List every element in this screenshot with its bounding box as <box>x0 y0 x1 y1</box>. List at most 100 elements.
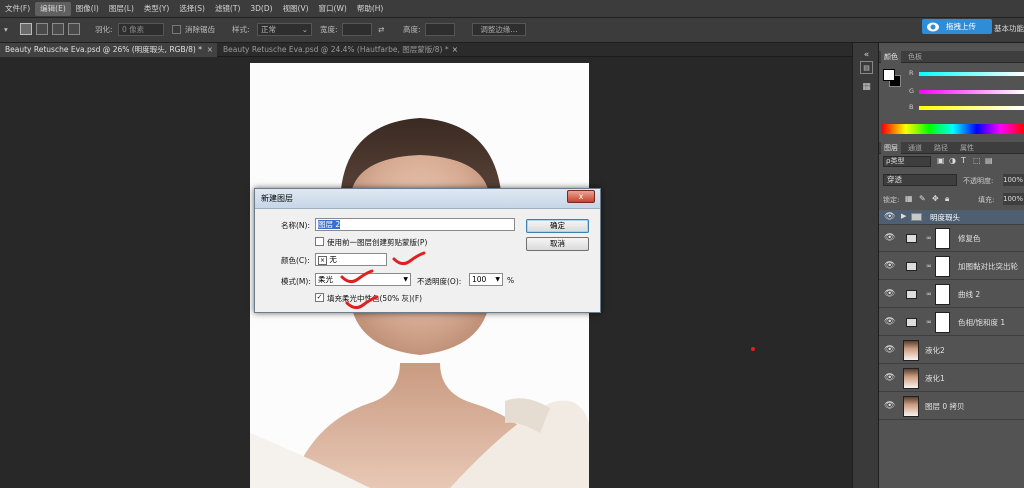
red-slider[interactable]: R <box>907 69 1024 79</box>
height-label: 高度: <box>403 25 421 34</box>
layer-name: 液化1 <box>925 374 945 383</box>
height-input[interactable] <box>425 23 455 36</box>
layer-mask-thumbnail[interactable] <box>935 256 950 277</box>
fill-neutral-checkbox[interactable]: ✓ <box>315 293 324 302</box>
green-slider-track[interactable] <box>919 90 1024 94</box>
filter-shape-icon[interactable]: ⬚ <box>973 156 981 165</box>
menu-type[interactable]: 类型(Y) <box>139 2 174 16</box>
green-slider[interactable]: G <box>907 87 1024 97</box>
new-selection-icon[interactable] <box>20 23 32 35</box>
feather-input[interactable]: 0 像素 <box>118 23 164 36</box>
tab-layers[interactable]: 图层 <box>881 142 901 154</box>
menu-edit[interactable]: 编辑(E) <box>35 1 71 16</box>
menu-3d[interactable]: 3D(D) <box>245 2 277 16</box>
blend-mode-dropdown[interactable]: 穿透 <box>883 174 957 186</box>
menu-view[interactable]: 视图(V) <box>278 2 314 16</box>
properties-icon[interactable]: ▦ <box>860 81 873 94</box>
new-layer-dialog: 新建图层 x 名称(N): 图层 2 使用前一图层创建剪贴蒙版(P) 颜色(C)… <box>254 188 601 313</box>
menu-help[interactable]: 帮助(H) <box>352 2 389 16</box>
tab-swatches[interactable]: 色板 <box>905 51 925 63</box>
layer-mask-thumbnail[interactable] <box>935 284 950 305</box>
layer-opacity-input[interactable]: 100% <box>1003 174 1024 186</box>
layer-name-input[interactable]: 图层 2 <box>315 218 515 231</box>
lock-position-icon[interactable]: ✥ <box>932 194 939 203</box>
add-selection-icon[interactable] <box>36 23 48 35</box>
layer-row[interactable]: 👁︎ ∞ 加图黏对比突出轮 <box>879 253 1024 280</box>
layer-thumbnail <box>903 340 919 361</box>
layer-mask-thumbnail[interactable] <box>935 312 950 333</box>
swap-icon[interactable]: ⇄ <box>378 23 384 37</box>
layer-name: 修复色 <box>958 234 981 243</box>
annotation-swoosh <box>345 295 379 310</box>
layer-row[interactable]: 👁︎ ∞ 色相/饱和度 1 <box>879 309 1024 336</box>
refine-edge-button[interactable]: 调整边缘... <box>472 23 526 36</box>
tab-color[interactable]: 颜色 <box>881 51 901 63</box>
tab-properties[interactable]: 属性 <box>957 142 977 154</box>
eye-icon[interactable]: 👁︎ <box>884 289 895 299</box>
tab-channels[interactable]: 通道 <box>905 142 925 154</box>
document-tab-active[interactable]: Beauty Retusche Eva.psd @ 26% (明度瑕头, RGB… <box>0 43 217 57</box>
clip-mask-checkbox[interactable] <box>315 237 324 246</box>
layer-fill-input[interactable]: 100% <box>1003 193 1024 205</box>
eye-icon[interactable]: 👁︎ <box>884 345 895 355</box>
opacity-input[interactable]: 100 ▼ <box>469 273 503 286</box>
eye-icon[interactable]: 👁︎ <box>884 401 895 411</box>
menu-filter[interactable]: 滤镜(T) <box>210 2 245 16</box>
filter-smart-object-icon[interactable]: ▤ <box>985 156 993 165</box>
layer-row[interactable]: 👁︎ 液化2 <box>879 337 1024 364</box>
menu-layer[interactable]: 图层(L) <box>104 2 139 16</box>
color-spectrum-ramp[interactable] <box>882 124 1024 134</box>
layer-row[interactable]: 👁︎ 液化1 <box>879 365 1024 392</box>
width-input[interactable] <box>342 23 372 36</box>
filter-pixel-icon[interactable]: ▣ <box>937 156 945 165</box>
layer-row[interactable]: 👁︎ ∞ 曲线 2 <box>879 281 1024 308</box>
lock-transparent-icon[interactable]: ▦ <box>905 194 913 203</box>
layer-thumbnail <box>903 396 919 417</box>
workspace-switcher[interactable]: 基本功能 <box>994 22 1024 36</box>
antialias-checkbox[interactable] <box>172 25 181 34</box>
blue-slider-track[interactable] <box>919 106 1024 110</box>
feather-label: 羽化: <box>95 25 113 34</box>
filter-type-icon[interactable]: T <box>961 156 966 165</box>
ok-button[interactable]: 确定 <box>526 219 589 233</box>
channel-r-label: R <box>909 69 914 77</box>
color-panel-tabs: 颜色 色板 <box>879 51 1024 63</box>
link-icon: ∞ <box>926 234 932 242</box>
eye-icon[interactable]: 👁︎ <box>884 233 895 243</box>
opacity-unit: % <box>507 276 515 285</box>
menu-file[interactable]: 文件(F) <box>0 2 35 16</box>
lock-image-icon[interactable]: ✎ <box>919 194 926 203</box>
lock-all-icon[interactable]: 🔒︎ <box>945 194 949 204</box>
close-button[interactable]: x <box>567 190 595 203</box>
close-icon[interactable]: × <box>207 43 213 57</box>
close-icon[interactable]: × <box>452 43 458 57</box>
document-tab[interactable]: Beauty Retusche Eva.psd @ 24.4% (Hautfar… <box>218 43 462 57</box>
menu-select[interactable]: 选择(S) <box>174 2 210 16</box>
filter-adjustment-icon[interactable]: ◑ <box>949 156 956 165</box>
layer-row[interactable]: 👁︎ ∞ 修复色 <box>879 225 1024 252</box>
history-icon[interactable]: ▤ <box>860 61 873 74</box>
layer-mask-thumbnail[interactable] <box>935 228 950 249</box>
layer-thumbnail <box>903 368 919 389</box>
cancel-button[interactable]: 取消 <box>526 237 589 251</box>
menu-image[interactable]: 图像(I) <box>71 2 104 16</box>
style-select[interactable]: 正常 ⌄ <box>257 23 312 36</box>
options-bar: ▾ 羽化: 0 像素 消除锯齿 样式: 正常 ⌄ 宽度: ⇄ 高度: 调整边缘..… <box>0 18 1024 43</box>
eye-icon[interactable]: 👁︎ <box>884 261 895 271</box>
intersect-selection-icon[interactable] <box>68 23 80 35</box>
subtract-selection-icon[interactable] <box>52 23 64 35</box>
eye-icon[interactable]: 👁︎ <box>884 373 895 383</box>
blue-slider[interactable]: B <box>907 103 1024 113</box>
layer-row-group[interactable]: 👁︎ ▶ 明度瑕头 <box>879 210 1024 225</box>
eye-icon[interactable]: 👁︎ <box>884 212 895 222</box>
blend-mode-value: 柔光 <box>318 275 333 284</box>
expand-arrow-icon[interactable]: ▶ <box>901 212 906 220</box>
foreground-swatch[interactable] <box>883 69 895 81</box>
menu-window[interactable]: 窗口(W) <box>314 2 352 16</box>
tool-preset-dropdown-icon[interactable]: ▾ <box>4 23 8 37</box>
tab-paths[interactable]: 路径 <box>931 142 951 154</box>
red-slider-track[interactable] <box>919 72 1024 76</box>
layer-filter-select[interactable]: ρ类型 <box>883 156 931 167</box>
eye-icon[interactable]: 👁︎ <box>884 317 895 327</box>
layer-row[interactable]: 👁︎ 图层 0 拷贝 <box>879 393 1024 420</box>
